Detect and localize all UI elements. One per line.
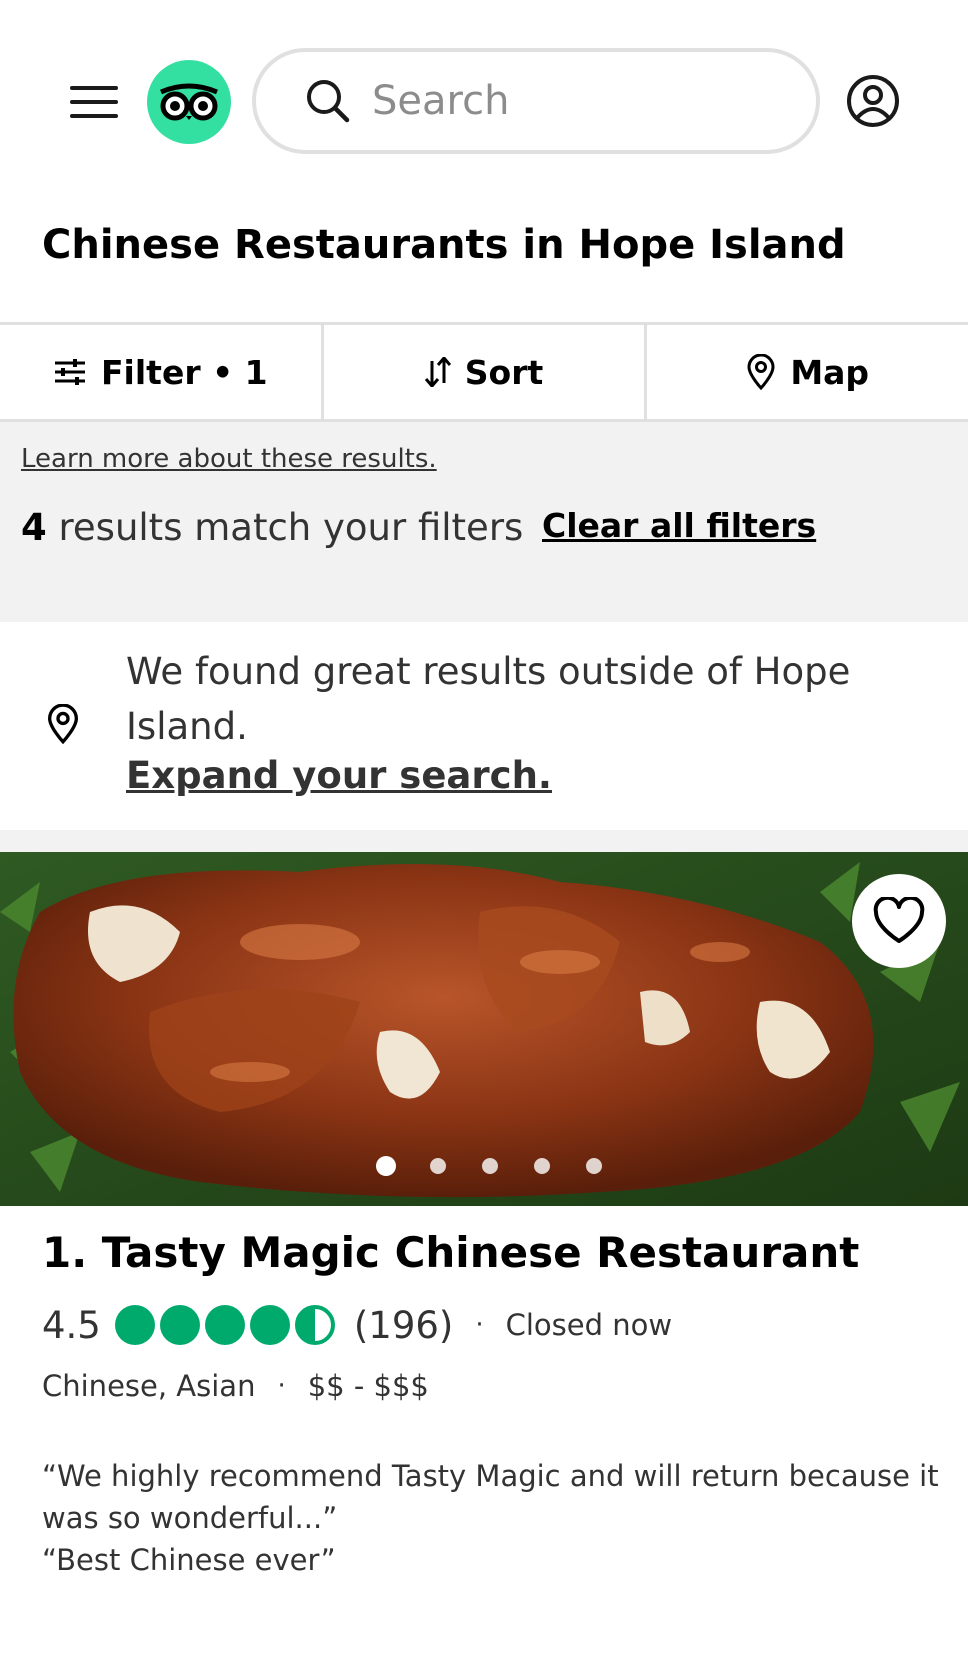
map-label: Map bbox=[790, 352, 870, 392]
separator-dot: · bbox=[475, 1310, 484, 1340]
review-snippet[interactable]: “We highly recommend Tasty Magic and wil… bbox=[42, 1455, 942, 1539]
photo-carousel-dots bbox=[0, 1156, 968, 1178]
results-text: results match your filters bbox=[46, 506, 524, 549]
account-icon[interactable] bbox=[846, 74, 900, 128]
expand-search-banner: We found great results outside of Hope I… bbox=[0, 622, 968, 830]
carousel-dot[interactable] bbox=[376, 1156, 396, 1176]
clear-all-filters-link[interactable]: Clear all filters bbox=[542, 506, 816, 545]
carousel-dot[interactable] bbox=[482, 1158, 498, 1174]
filter-sort-map-toolbar: Filter • 1 Sort Map bbox=[0, 322, 968, 422]
restaurant-photo[interactable] bbox=[0, 852, 968, 1206]
results-notice: Learn more about these results. 4 result… bbox=[0, 422, 968, 622]
location-pin-icon bbox=[47, 704, 79, 744]
carousel-dot[interactable] bbox=[586, 1158, 602, 1174]
roast-chicken-image bbox=[0, 852, 968, 1206]
heart-icon bbox=[873, 897, 925, 943]
sort-button[interactable]: Sort bbox=[320, 325, 645, 419]
restaurant-name[interactable]: 1. Tasty Magic Chinese Restaurant bbox=[42, 1228, 859, 1277]
rating-bubble bbox=[249, 1305, 290, 1345]
top-bar: Search bbox=[0, 0, 968, 200]
map-button[interactable]: Map bbox=[644, 325, 968, 419]
hamburger-menu-icon[interactable] bbox=[70, 84, 118, 120]
rating-bubble bbox=[114, 1305, 155, 1345]
expand-search-link[interactable]: Expand your search. bbox=[126, 754, 552, 797]
rating-value: 4.5 bbox=[42, 1303, 101, 1347]
review-snippet[interactable]: “Best Chinese ever” bbox=[42, 1539, 942, 1581]
rating-bubble bbox=[294, 1305, 335, 1345]
results-count: 4 bbox=[21, 506, 47, 549]
filter-button[interactable]: Filter • 1 bbox=[0, 325, 321, 419]
learn-more-link[interactable]: Learn more about these results. bbox=[21, 444, 437, 474]
sort-label: Sort bbox=[464, 352, 544, 392]
review-count[interactable]: (196) bbox=[354, 1304, 454, 1347]
section-divider bbox=[0, 830, 968, 852]
filter-sliders-icon bbox=[55, 359, 86, 385]
rating-bubble bbox=[159, 1305, 200, 1345]
expand-search-text: We found great results outside of Hope I… bbox=[126, 650, 851, 748]
separator-dot: · bbox=[277, 1371, 286, 1401]
filter-label: Filter • 1 bbox=[101, 352, 268, 392]
page-title: Chinese Restaurants in Hope Island bbox=[42, 222, 846, 268]
search-icon bbox=[307, 80, 350, 123]
search-input[interactable]: Search bbox=[252, 48, 820, 154]
cuisine-price-row: Chinese, Asian · $$ - $$$ bbox=[42, 1364, 429, 1408]
save-favorite-button[interactable] bbox=[852, 874, 946, 968]
sort-arrows-icon bbox=[424, 357, 451, 387]
carousel-dot[interactable] bbox=[430, 1158, 446, 1174]
rating-bubble bbox=[204, 1305, 245, 1345]
cuisine-label: Chinese, Asian bbox=[42, 1369, 256, 1403]
map-pin-icon bbox=[747, 354, 775, 390]
open-status: Closed now bbox=[505, 1308, 673, 1342]
results-summary: 4 results match your filters bbox=[21, 506, 523, 549]
owl-logo-icon[interactable] bbox=[147, 60, 231, 144]
rating-bubbles bbox=[114, 1305, 340, 1345]
price-range: $$ - $$$ bbox=[307, 1369, 429, 1403]
search-placeholder: Search bbox=[372, 78, 510, 124]
carousel-dot[interactable] bbox=[534, 1158, 550, 1174]
rating-row: 4.5 (196) · Closed now bbox=[42, 1302, 672, 1348]
